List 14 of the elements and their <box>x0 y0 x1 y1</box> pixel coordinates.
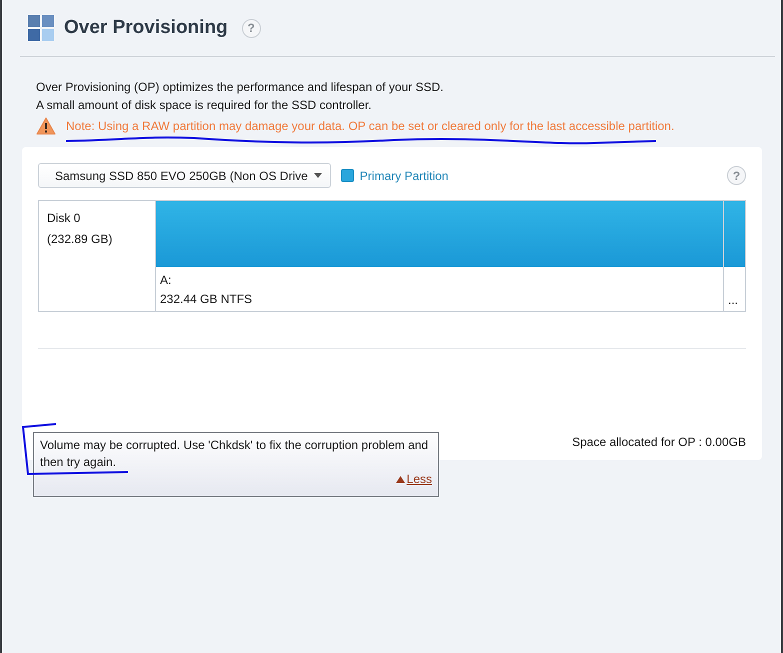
page-title: Over Provisioning <box>64 17 228 39</box>
disk-size: (232.89 GB) <box>47 232 114 246</box>
less-link[interactable]: Less <box>396 472 432 486</box>
drive-dropdown[interactable]: Samsung SSD 850 EVO 250GB (Non OS Drive <box>38 163 331 188</box>
description-text: Over Provisioning (OP) optimizes the performance and lifespan of your SSD. <box>36 79 445 96</box>
partition-label: A: <box>160 273 172 287</box>
partition-detail: 232.44 GB NTFS <box>160 292 254 306</box>
disk-name: Disk 0 <box>47 211 82 225</box>
description-text: A small amount of disk space is required for the SSD controller. <box>36 97 372 114</box>
op-space-label: Space allocated for OP : 0.00GB <box>572 435 746 449</box>
more-label: ... <box>728 293 740 307</box>
error-message: Volume may be corrupted. Use 'Chkdsk' to fix the corruption problem and then try again. <box>40 437 430 471</box>
legend-label: Primary Partition <box>360 168 448 182</box>
warning-text: Note: Using a RAW partition may damage your data. OP can be set or cleared only for the last accessible partition. <box>66 119 674 133</box>
